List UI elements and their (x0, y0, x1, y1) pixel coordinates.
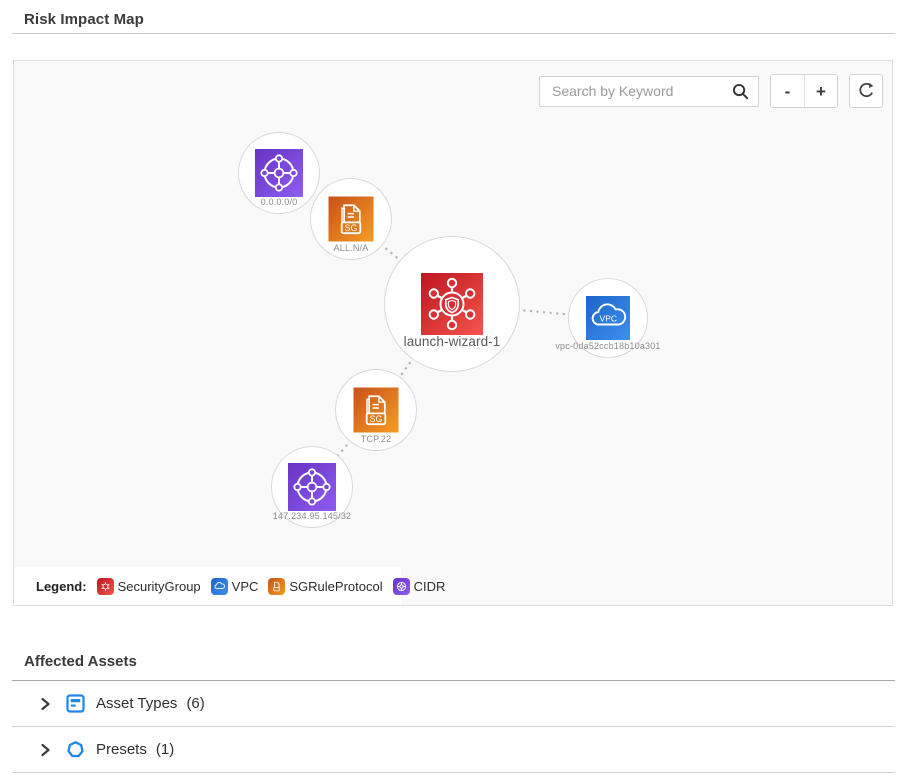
node-label: vpc-0da52ccb18b10a301 (555, 341, 660, 351)
security-group-icon (97, 578, 114, 595)
node-label: ALL.N/A (334, 243, 369, 253)
refresh-icon (857, 80, 876, 102)
graph-node-sg-rule-tcp22[interactable]: SG TCP.22 (335, 369, 417, 451)
map-toolbar: - + (539, 74, 883, 108)
graph-node-cidr-any[interactable]: 0.0.0.0/0 (238, 132, 320, 214)
search-input[interactable] (539, 76, 759, 107)
sg-rule-protocol-icon: SG (354, 388, 399, 433)
svg-text:SG: SG (370, 414, 383, 424)
search-box (539, 76, 759, 107)
cidr-icon (393, 578, 410, 595)
legend-label: SGRuleProtocol (289, 579, 382, 594)
legend-label: CIDR (414, 579, 446, 594)
risk-impact-map-canvas[interactable]: - + 0.0.0.0/0 (13, 60, 893, 606)
vpc-icon: VPC (586, 296, 630, 340)
graph-node-cidr-host[interactable]: 147.234.95.145/32 (271, 446, 353, 528)
vpc-icon (211, 578, 228, 595)
legend-item-security-group: SecurityGroup (97, 578, 201, 595)
asset-row-count: (1) (156, 741, 174, 758)
graph-node-sg-rule-all[interactable]: SG ALL.N/A (310, 178, 392, 260)
node-label: TCP.22 (361, 434, 392, 444)
asset-row-asset-types[interactable]: Asset Types (6) (12, 681, 895, 727)
search-icon[interactable] (731, 82, 750, 106)
chevron-right-icon[interactable] (38, 743, 52, 757)
zoom-in-button[interactable]: + (804, 75, 837, 107)
svg-text:SG: SG (345, 223, 358, 233)
graph-node-security-group-main[interactable]: launch-wizard-1 (384, 236, 520, 372)
affected-assets-section: Affected Assets Asset Types (6) (12, 645, 895, 773)
security-group-icon (421, 273, 483, 335)
zoom-out-button[interactable]: - (771, 75, 804, 107)
sg-rule-protocol-icon: SG (329, 197, 374, 242)
legend-item-sg-rule-protocol: SGRuleProtocol (268, 578, 382, 595)
refresh-button[interactable] (849, 74, 883, 108)
map-legend: Legend: SecurityGroup VP (14, 567, 401, 605)
title-divider (12, 33, 895, 34)
node-label: 147.234.95.145/32 (273, 511, 351, 521)
legend-title: Legend: (36, 579, 87, 594)
sg-rule-protocol-icon (268, 578, 285, 595)
presets-icon (65, 739, 86, 760)
asset-row-label: Presets (96, 741, 147, 758)
cidr-icon (288, 463, 336, 511)
node-label: launch-wizard-1 (404, 334, 501, 349)
node-label: 0.0.0.0/0 (261, 197, 298, 207)
cidr-icon (255, 149, 303, 197)
page-title: Risk Impact Map (24, 11, 144, 28)
asset-row-presets[interactable]: Presets (1) (12, 727, 895, 773)
legend-label: SecurityGroup (118, 579, 201, 594)
asset-row-label: Asset Types (96, 695, 177, 712)
legend-label: VPC (232, 579, 259, 594)
asset-row-count: (6) (186, 695, 204, 712)
chevron-right-icon[interactable] (38, 697, 52, 711)
zoom-controls: - + (770, 74, 838, 108)
graph-node-vpc[interactable]: VPC vpc-0da52ccb18b10a301 (568, 278, 648, 358)
asset-types-icon (65, 693, 86, 714)
svg-text:VPC: VPC (600, 313, 617, 323)
legend-item-cidr: CIDR (393, 578, 446, 595)
affected-assets-title: Affected Assets (12, 645, 895, 681)
legend-item-vpc: VPC (211, 578, 259, 595)
